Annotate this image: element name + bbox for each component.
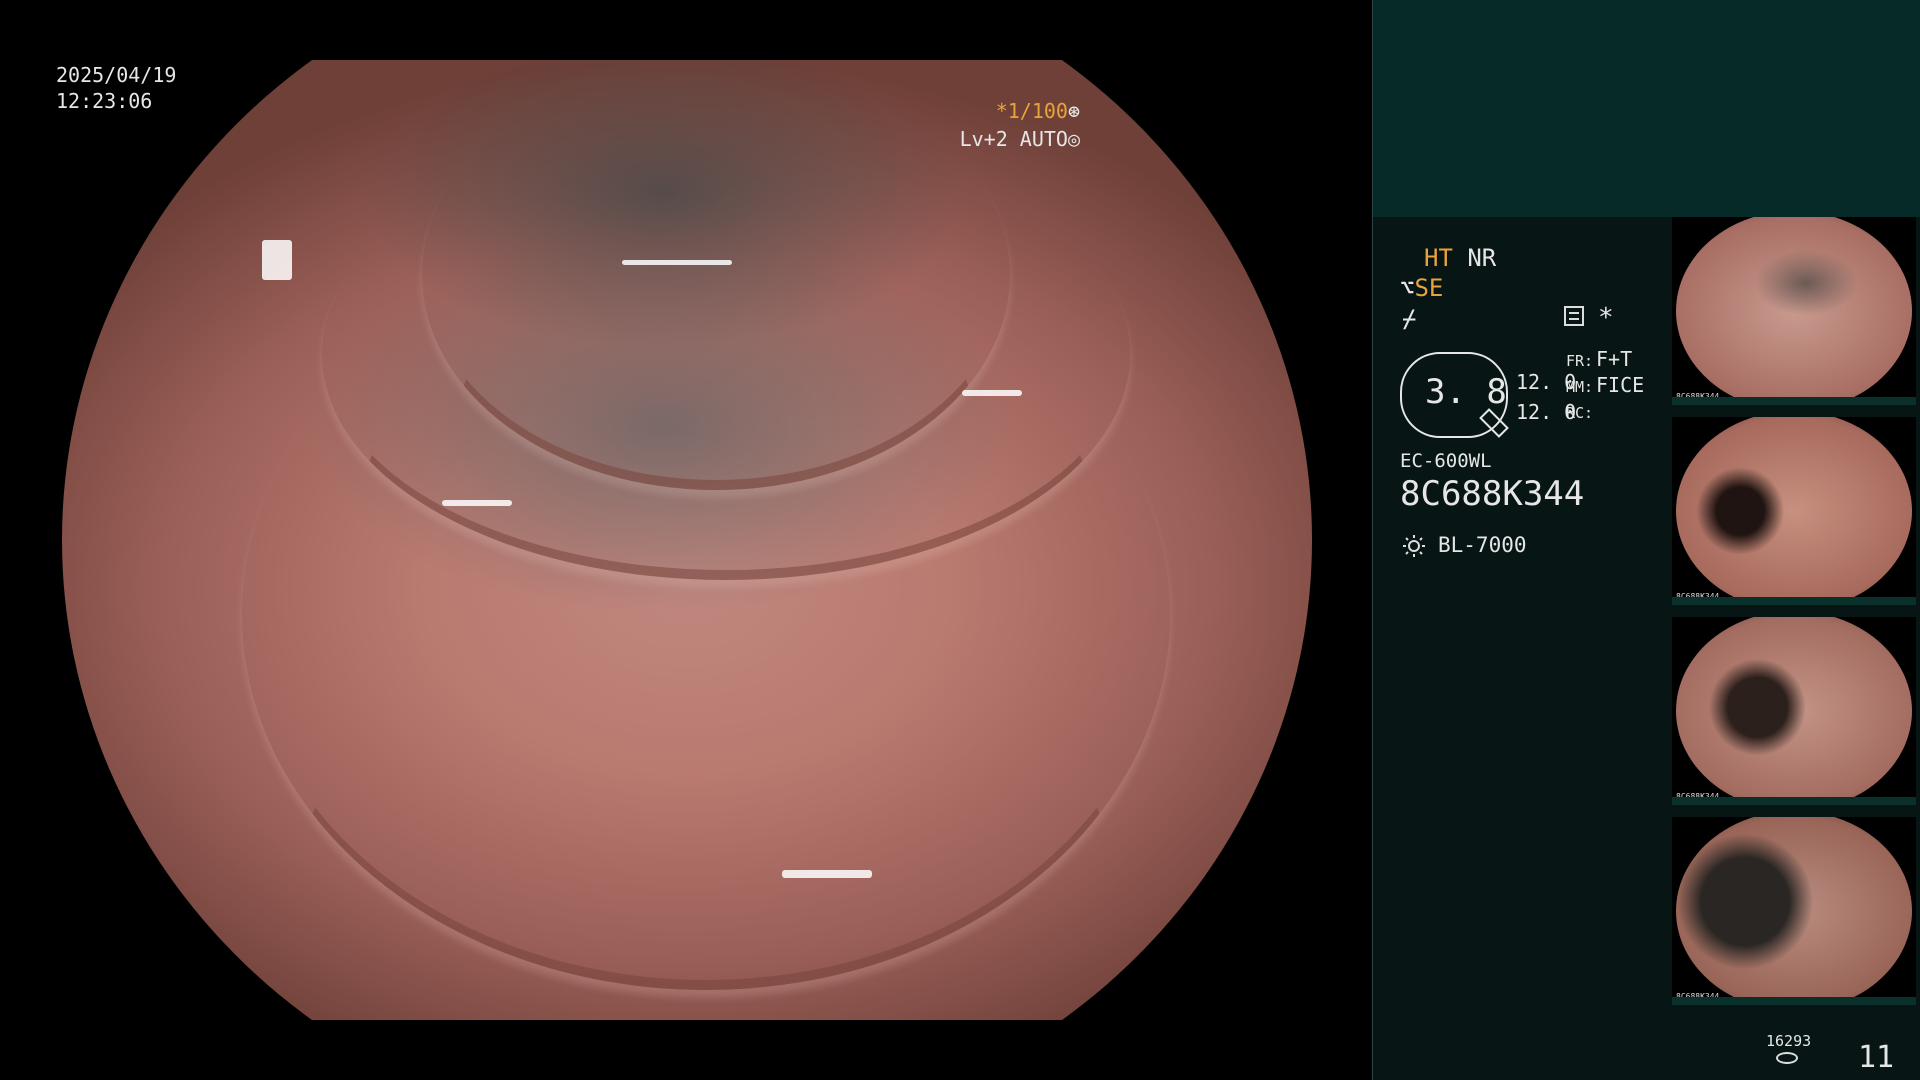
shutter-prefix: * — [995, 99, 1008, 123]
capture-thumbnail[interactable]: 8C688K344 — [1672, 217, 1916, 405]
scope-serial: 8C688K344 — [1400, 474, 1585, 514]
aperture-icon: ⊛ — [1067, 99, 1080, 123]
iris-icon: ◎ — [1067, 127, 1080, 151]
light-source-model: BL-7000 — [1438, 533, 1527, 557]
shutter-indicator: *1/100⊛ — [920, 98, 1080, 124]
capture-date: 2025/04/19 — [56, 63, 177, 87]
light-source-icon — [1403, 535, 1425, 557]
thumbnail-image — [1676, 617, 1912, 805]
capture-thumbnail[interactable]: 8C688K344 — [1672, 817, 1916, 1005]
live-endoscope-view: 2025/04/19 12:23:06 *1/100⊛ Lv+2 AUTO◎ — [0, 0, 1372, 1080]
settings-list-icon — [1564, 306, 1584, 326]
scope-model: EC-600WL — [1400, 450, 1492, 472]
datetime-display: 2025/04/19 12:23:06 — [56, 62, 176, 114]
capture-thumbnail[interactable]: 8C688K344 — [1672, 617, 1916, 805]
page-number: 11 — [1858, 1040, 1895, 1075]
mm-label: MM: — [1566, 378, 1594, 396]
exposure-level: Lv+2 AUTO — [959, 127, 1068, 151]
mucosal-fold — [242, 240, 1170, 990]
thumbnail-strip — [1672, 397, 1916, 405]
star-indicator: * — [1598, 303, 1614, 333]
se-row: ⌥SE — [1400, 274, 1443, 302]
mm-value: FICE — [1596, 373, 1645, 397]
fr-value: F+T — [1596, 347, 1633, 371]
fr-label: FR: — [1566, 352, 1594, 370]
top-panel — [1373, 0, 1920, 217]
light-reflection — [782, 870, 872, 878]
se-label: SE — [1414, 274, 1444, 302]
enhancement-row: HT NR — [1424, 244, 1496, 272]
capture-time: 12:23:06 — [56, 89, 153, 113]
thumbnail-image — [1676, 217, 1912, 405]
shutter-speed: 1/100 — [1007, 99, 1068, 123]
thumbnail-image — [1676, 817, 1912, 1005]
thumbnail-strip — [1672, 997, 1916, 1005]
af-lightning-icon: ⌿ — [1402, 305, 1417, 333]
storage-icon — [1776, 1052, 1798, 1064]
zoom-value: 3. 8 — [1425, 372, 1507, 412]
thumbnail-image — [1676, 417, 1912, 605]
light-reflection — [622, 260, 732, 265]
capture-count: 16293 — [1766, 1032, 1812, 1050]
exposure-indicator: Lv+2 AUTO◎ — [920, 126, 1080, 152]
light-reflection — [442, 500, 512, 506]
scope-tip-icon: ⌥ — [1400, 274, 1415, 302]
ht-label: HT — [1424, 244, 1453, 272]
nr-label: NR — [1467, 244, 1497, 272]
capture-thumbnail[interactable]: 8C688K344 — [1672, 417, 1916, 605]
thumbnail-strip — [1672, 597, 1916, 605]
light-reflection — [962, 390, 1022, 396]
thumbnail-strip — [1672, 797, 1916, 805]
endoscopy-screen: 2025/04/19 12:23:06 *1/100⊛ Lv+2 AUTO◎ H… — [0, 0, 1920, 1080]
light-reflection — [262, 240, 292, 280]
rc-label: RC: — [1566, 404, 1594, 422]
endoscope-image — [62, 60, 1312, 1020]
